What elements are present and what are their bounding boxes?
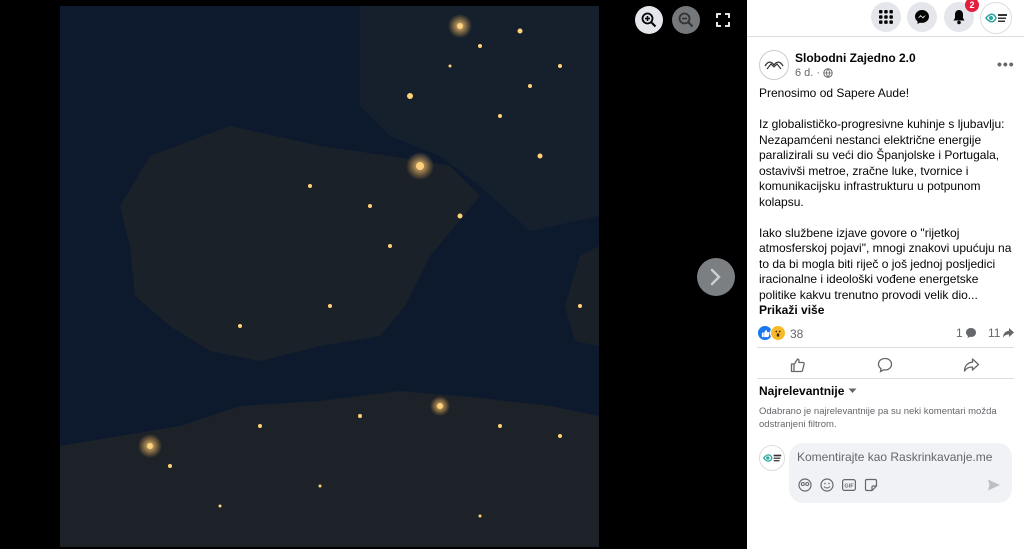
share-icon [963,358,979,372]
user-logo-icon [762,454,782,462]
svg-text:GIF: GIF [844,484,854,490]
share-count-value: 11 [988,326,1001,340]
emoji-icon [820,478,834,492]
comment-box: GIF [789,443,1012,503]
comment-input[interactable] [797,450,1002,464]
post-paragraph: Iz globalističko-progresivne kuhinje s l… [759,117,1005,209]
gif-icon: GIF [842,479,856,491]
avatar-sticker-icon [798,478,812,492]
globe-icon [823,68,833,78]
topbar-divider [747,36,1024,37]
page-avatar[interactable] [759,50,789,80]
comment-button[interactable] [870,354,900,376]
share-arrow-icon [1003,328,1015,338]
page-logo-icon [764,61,784,70]
notifications-button[interactable]: 2 [944,0,979,32]
share-count[interactable]: 11 [988,326,1015,340]
send-comment-button[interactable] [985,476,1003,494]
like-button[interactable] [783,354,813,376]
post-paragraph-text: Iako službene izjave govore o "rijetkoj … [759,225,1012,302]
reaction-icons[interactable] [757,325,786,341]
notifications-badge: 2 [965,0,979,12]
actions-divider [757,378,1014,379]
share-button[interactable] [956,354,986,376]
post-text: Prenosimo od Sapere Aude! Iz globalistič… [759,86,1016,334]
see-more-link[interactable]: Prikaži više [759,303,824,317]
reactions-bar: 38 1 11 [757,325,1017,343]
page-name[interactable]: Slobodni Zajedno 2.0 [795,51,916,65]
grid-menu-icon [879,10,893,24]
messenger-icon [915,10,929,24]
zoom-in-button[interactable] [635,6,663,34]
next-photo-button[interactable] [697,258,735,296]
comment-composer: GIF [759,443,1021,505]
sticker-icon [864,478,878,492]
gif-button[interactable]: GIF [841,477,857,493]
post-options-button[interactable]: ••• [997,56,1015,72]
send-icon [988,479,1000,491]
wow-reaction-icon [770,325,786,341]
reactions-divider [757,347,1014,348]
account-avatar [985,13,1007,23]
current-user-avatar[interactable] [759,445,785,471]
comment-sort-dropdown[interactable]: Najrelevantnije [759,384,857,398]
reaction-count[interactable]: 38 [790,327,803,341]
bell-icon [953,10,965,25]
chevron-right-icon [710,268,721,286]
thumbs-up-icon [790,358,805,373]
post-meta: 6 d. · [795,67,833,79]
post-paragraph-last: Iako službene izjave govore o "rijetkoj … [759,226,1016,319]
sticker-button[interactable] [863,477,879,493]
post-actions [747,350,1024,378]
account-button[interactable] [980,2,1012,34]
zoom-in-icon [641,12,657,28]
fullscreen-button[interactable] [709,6,737,34]
satellite-night-image [60,6,599,547]
photo-viewer [0,0,747,549]
comment-bubble-icon [965,328,976,338]
messenger-button[interactable] [907,2,937,32]
zoom-out-icon [678,12,694,28]
top-bar: 2 [747,0,1024,36]
menu-button[interactable] [871,2,901,32]
comment-icon [877,357,893,373]
emoji-button[interactable] [819,477,835,493]
post-side-panel: 2 Slobodni Zajedno 2.0 6 d. · ••• Prenos… [747,0,1024,549]
avatar-sticker-button[interactable] [797,477,813,493]
comment-count-value: 1 [956,326,963,340]
fullscreen-icon [716,13,730,27]
chevron-down-icon [848,388,857,393]
post-paragraph: Prenosimo od Sapere Aude! [759,86,910,100]
post-time[interactable]: 6 d. · [795,67,820,79]
comment-count[interactable]: 1 [956,326,977,340]
comment-sort-label: Najrelevantnije [759,384,845,398]
zoom-out-button[interactable] [672,6,700,34]
post-header: Slobodni Zajedno 2.0 6 d. · ••• [759,50,1019,82]
comment-sort-note: Odabrano je najrelevantnije pa su neki k… [759,406,997,430]
post-photo[interactable] [60,6,599,547]
